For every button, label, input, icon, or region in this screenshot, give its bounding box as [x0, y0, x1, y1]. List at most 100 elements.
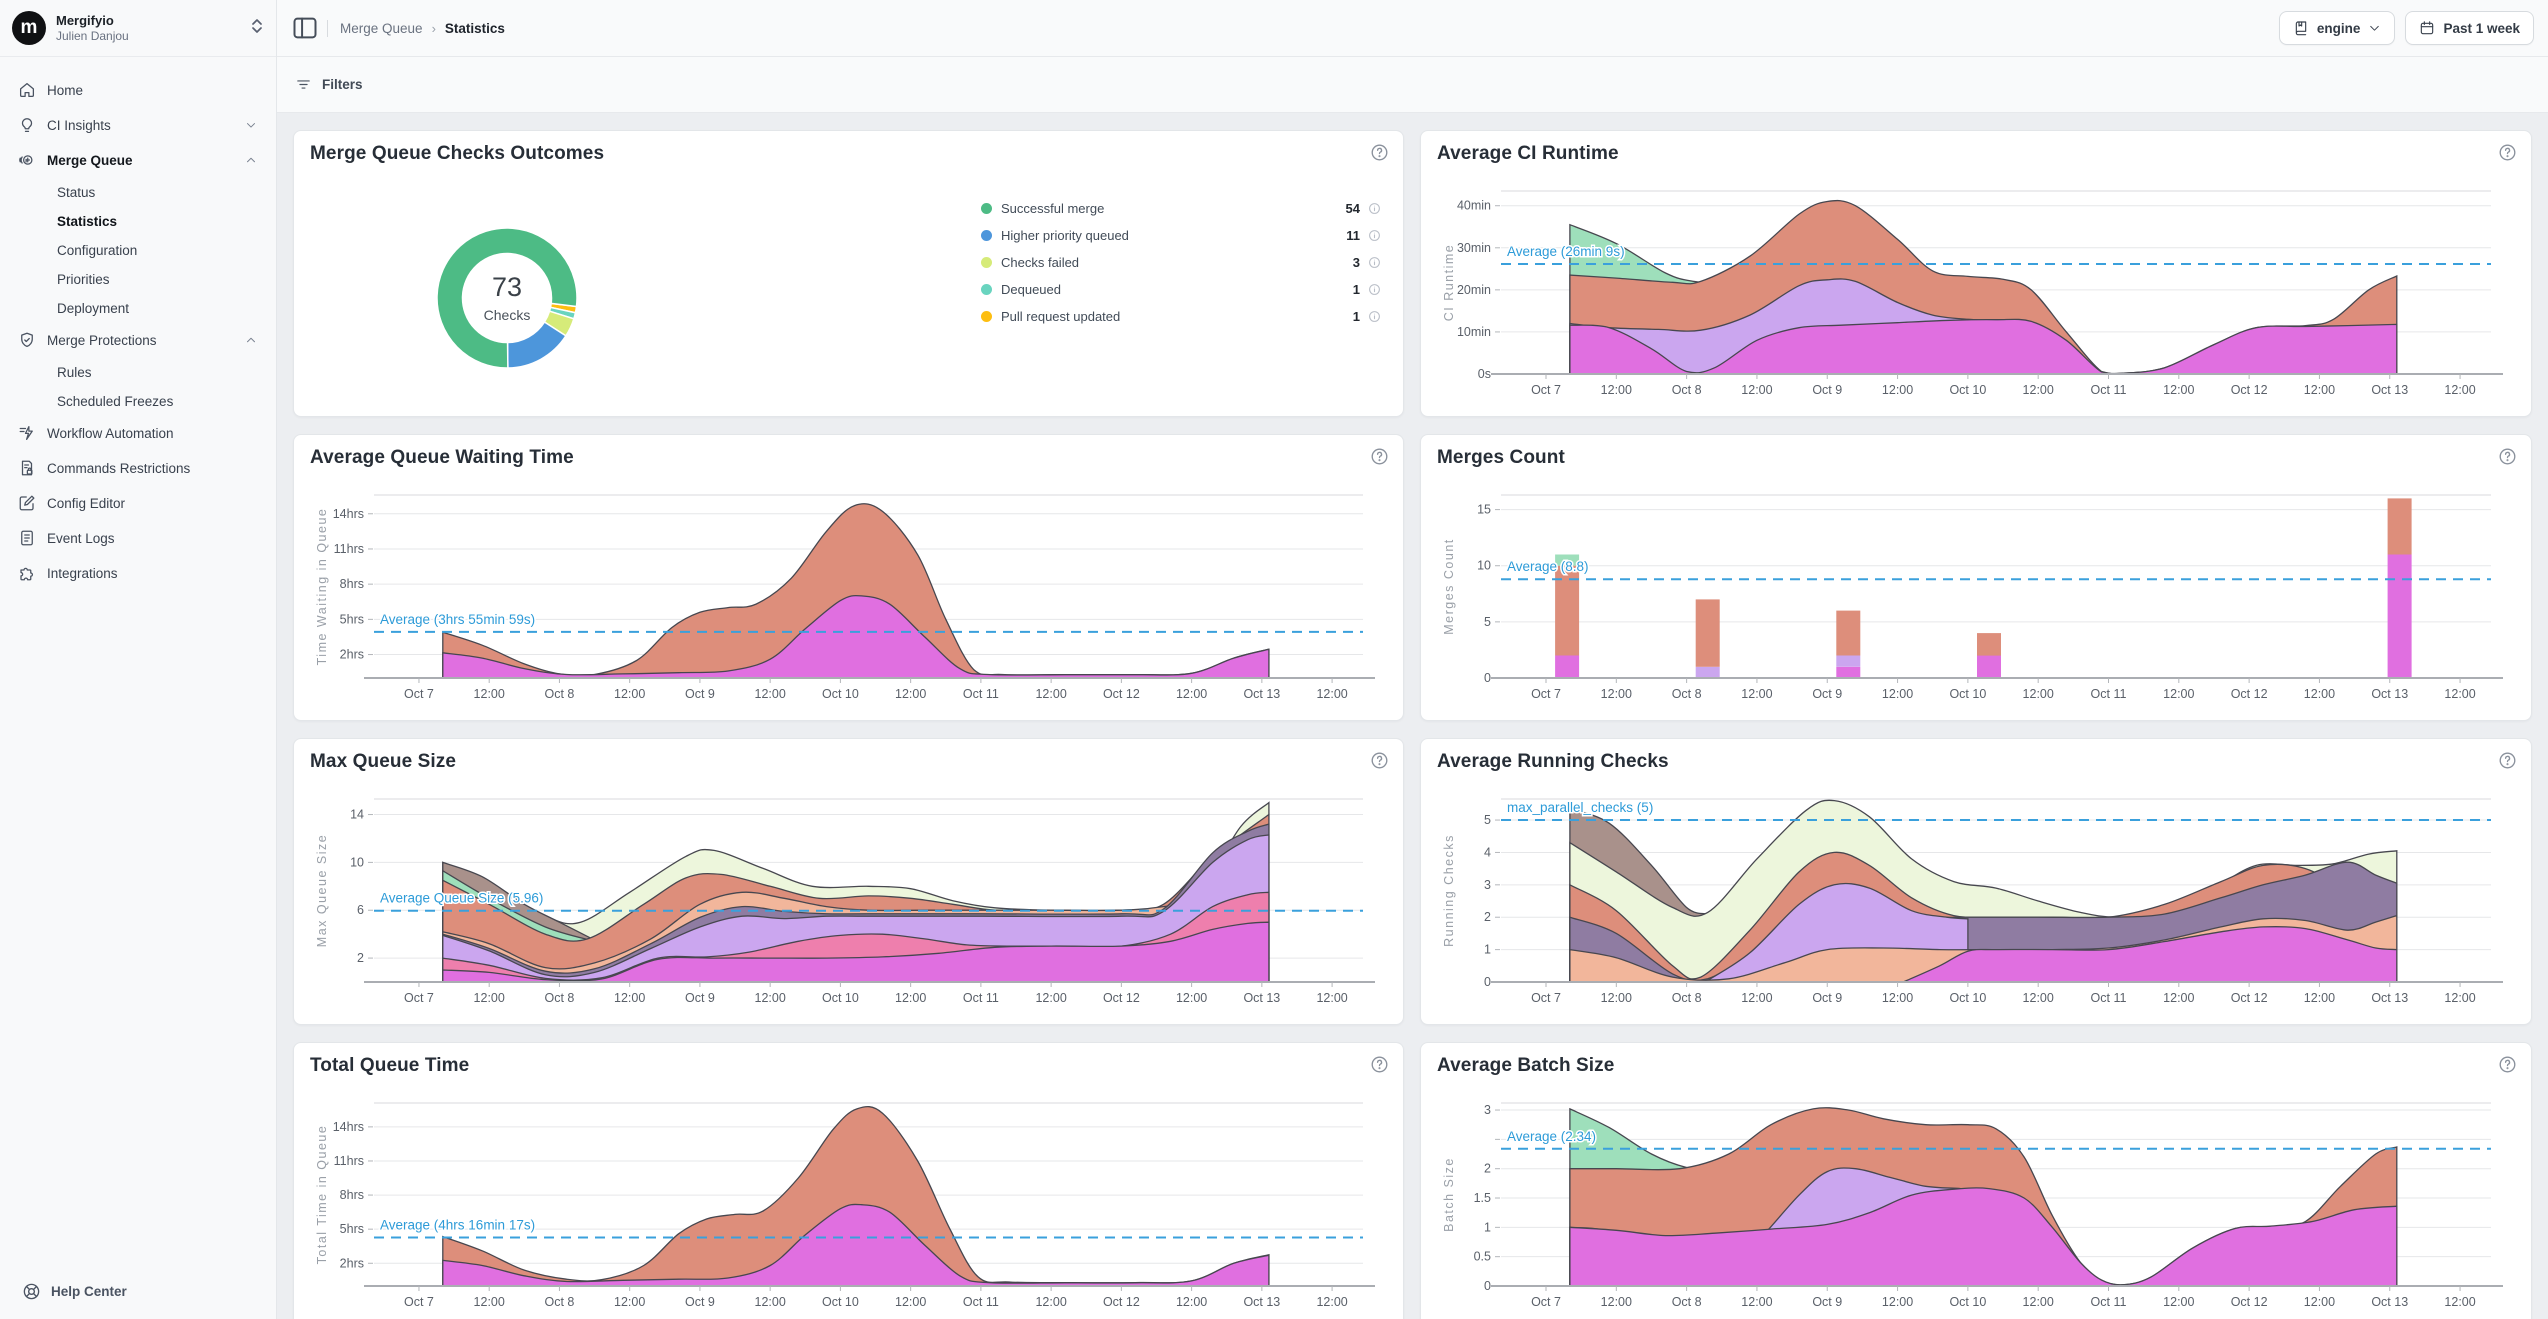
sidebar-subitem-status[interactable]: Status [10, 180, 266, 205]
svg-text:5hrs: 5hrs [340, 1222, 364, 1236]
sidebar-subitem-statistics[interactable]: Statistics [10, 209, 266, 234]
svg-text:Oct 13: Oct 13 [1243, 1295, 1280, 1309]
running-checks-chart[interactable]: 012345Oct 712:00Oct 812:00Oct 912:00Oct … [1437, 785, 2515, 1016]
svg-text:40min: 40min [1457, 199, 1491, 213]
svg-text:30min: 30min [1457, 241, 1491, 255]
repository-select-button[interactable]: engine [2279, 11, 2396, 45]
legend-item-dequeued[interactable]: Dequeued1 [981, 276, 1381, 303]
org-switcher[interactable]: m Mergifyio Julien Danjou [0, 0, 276, 57]
card-title: Merge Queue Checks Outcomes [310, 143, 604, 165]
outcomes-donut-chart[interactable]: 73Checks [432, 223, 582, 373]
legend-item-checks-failed[interactable]: Checks failed3 [981, 249, 1381, 276]
filter-icon [295, 76, 312, 93]
card-title: Total Queue Time [310, 1055, 469, 1077]
svg-text:2hrs: 2hrs [340, 1256, 364, 1270]
card-title: Max Queue Size [310, 751, 456, 773]
svg-text:12:00: 12:00 [1601, 1295, 1632, 1309]
card-average-batch-size: Average Batch Size 00.511.523Oct 712:00O… [1420, 1042, 2532, 1319]
svg-text:Oct 9: Oct 9 [685, 1295, 715, 1309]
svg-text:Average (26min 9s): Average (26min 9s) [1507, 244, 1625, 259]
card-merges-count: Merges Count 051015Oct 712:00Oct 812:00O… [1420, 434, 2532, 721]
filetext-icon [18, 529, 36, 547]
ci-runtime-chart[interactable]: 0s10min20min30min40minOct 712:00Oct 812:… [1437, 177, 2515, 408]
svg-text:Oct 8: Oct 8 [1672, 1295, 1702, 1309]
sidebar-item-merge-protections[interactable]: Merge Protections [10, 325, 266, 355]
sidebar-item-integrations[interactable]: Integrations [10, 558, 266, 588]
shield-icon [18, 331, 36, 349]
svg-text:2: 2 [1484, 1162, 1491, 1176]
queue-waiting-time-chart[interactable]: 2hrs5hrs8hrs11hrs14hrsOct 712:00Oct 812:… [310, 481, 1387, 712]
info-icon[interactable] [1368, 256, 1381, 269]
help-icon[interactable] [2498, 447, 2517, 466]
svg-text:Oct 9: Oct 9 [1812, 1295, 1842, 1309]
chevron-down-icon [2368, 20, 2381, 36]
sidebar-subitem-configuration[interactable]: Configuration [10, 238, 266, 263]
book-icon [2293, 20, 2309, 36]
svg-text:Oct 8: Oct 8 [545, 991, 575, 1005]
time-range-button[interactable]: Past 1 week [2405, 11, 2534, 45]
svg-text:Oct 10: Oct 10 [1949, 1295, 1986, 1309]
sidebar-item-label: Config Editor [47, 496, 258, 511]
help-icon[interactable] [2498, 143, 2517, 162]
svg-text:12:00: 12:00 [2444, 991, 2475, 1005]
sidebar-toggle-icon[interactable] [291, 14, 319, 42]
svg-text:20min: 20min [1457, 283, 1491, 297]
sidebar-item-label: CI Insights [47, 118, 233, 133]
svg-text:12:00: 12:00 [2163, 687, 2194, 701]
max-queue-size-chart[interactable]: 261014Oct 712:00Oct 812:00Oct 912:00Oct … [310, 785, 1387, 1016]
sidebar-item-merge-queue[interactable]: Merge Queue [10, 145, 266, 175]
svg-text:Average (8.8): Average (8.8) [1507, 559, 1589, 574]
svg-text:12:00: 12:00 [1316, 687, 1347, 701]
svg-text:Oct 8: Oct 8 [1672, 991, 1702, 1005]
svg-text:12:00: 12:00 [1176, 991, 1207, 1005]
info-icon[interactable] [1368, 229, 1381, 242]
help-center-label: Help Center [51, 1284, 127, 1299]
filters-button[interactable]: Filters [322, 77, 363, 92]
org-user: Julien Danjou [56, 29, 240, 43]
svg-text:0.5: 0.5 [1474, 1250, 1491, 1264]
help-icon[interactable] [1370, 447, 1389, 466]
sidebar-subitem-scheduled-freezes[interactable]: Scheduled Freezes [10, 389, 266, 414]
legend-item-successful-merge[interactable]: Successful merge54 [981, 195, 1381, 222]
sidebar-item-config-editor[interactable]: Config Editor [10, 488, 266, 518]
chevron-updown-icon[interactable] [250, 18, 264, 39]
legend-item-pull-request-updated[interactable]: Pull request updated1 [981, 303, 1381, 330]
help-center-link[interactable]: Help Center [22, 1282, 127, 1301]
breadcrumb-parent[interactable]: Merge Queue [340, 21, 423, 36]
chevron-up-icon [244, 153, 258, 167]
org-name: Mergifyio [56, 13, 240, 28]
merges-count-chart[interactable]: 051015Oct 712:00Oct 812:00Oct 912:00Oct … [1437, 481, 2515, 712]
sidebar-item-commands-restrictions[interactable]: Commands Restrictions [10, 453, 266, 483]
help-icon[interactable] [1370, 751, 1389, 770]
batch-size-chart[interactable]: 00.511.523Oct 712:00Oct 812:00Oct 912:00… [1437, 1089, 2515, 1319]
legend-item-higher-priority-queued[interactable]: Higher priority queued11 [981, 222, 1381, 249]
sidebar-subitem-rules[interactable]: Rules [10, 360, 266, 385]
svg-text:15: 15 [1477, 503, 1491, 517]
svg-text:Oct 9: Oct 9 [685, 991, 715, 1005]
svg-text:12:00: 12:00 [1882, 991, 1913, 1005]
sidebar-subitem-deployment[interactable]: Deployment [10, 296, 266, 321]
svg-text:Oct 12: Oct 12 [1103, 687, 1140, 701]
help-icon[interactable] [1370, 143, 1389, 162]
svg-text:Time Waiting in Queue: Time Waiting in Queue [315, 508, 329, 666]
svg-text:Average (2.34): Average (2.34) [1507, 1129, 1596, 1144]
sidebar: m Mergifyio Julien Danjou Home CI Insight… [0, 0, 277, 1319]
svg-text:Oct 11: Oct 11 [2091, 383, 2127, 397]
filters-bar: Filters [277, 57, 2548, 113]
help-icon[interactable] [2498, 1055, 2517, 1074]
total-queue-time-chart[interactable]: 2hrs5hrs8hrs11hrs14hrsOct 712:00Oct 812:… [310, 1089, 1387, 1319]
sidebar-subitem-priorities[interactable]: Priorities [10, 267, 266, 292]
app-root: m Mergifyio Julien Danjou Home CI Insight… [0, 0, 2548, 1319]
breadcrumb-separator: › [432, 21, 436, 36]
svg-text:12:00: 12:00 [2163, 991, 2194, 1005]
sidebar-item-event-logs[interactable]: Event Logs [10, 523, 266, 553]
sidebar-item-home[interactable]: Home [10, 75, 266, 105]
sidebar-item-workflow-automation[interactable]: Workflow Automation [10, 418, 266, 448]
info-icon[interactable] [1368, 202, 1381, 215]
info-icon[interactable] [1368, 310, 1381, 323]
info-icon[interactable] [1368, 283, 1381, 296]
help-icon[interactable] [1370, 1055, 1389, 1074]
filelock-icon [18, 459, 36, 477]
help-icon[interactable] [2498, 751, 2517, 770]
sidebar-item-ci-insights[interactable]: CI Insights [10, 110, 266, 140]
